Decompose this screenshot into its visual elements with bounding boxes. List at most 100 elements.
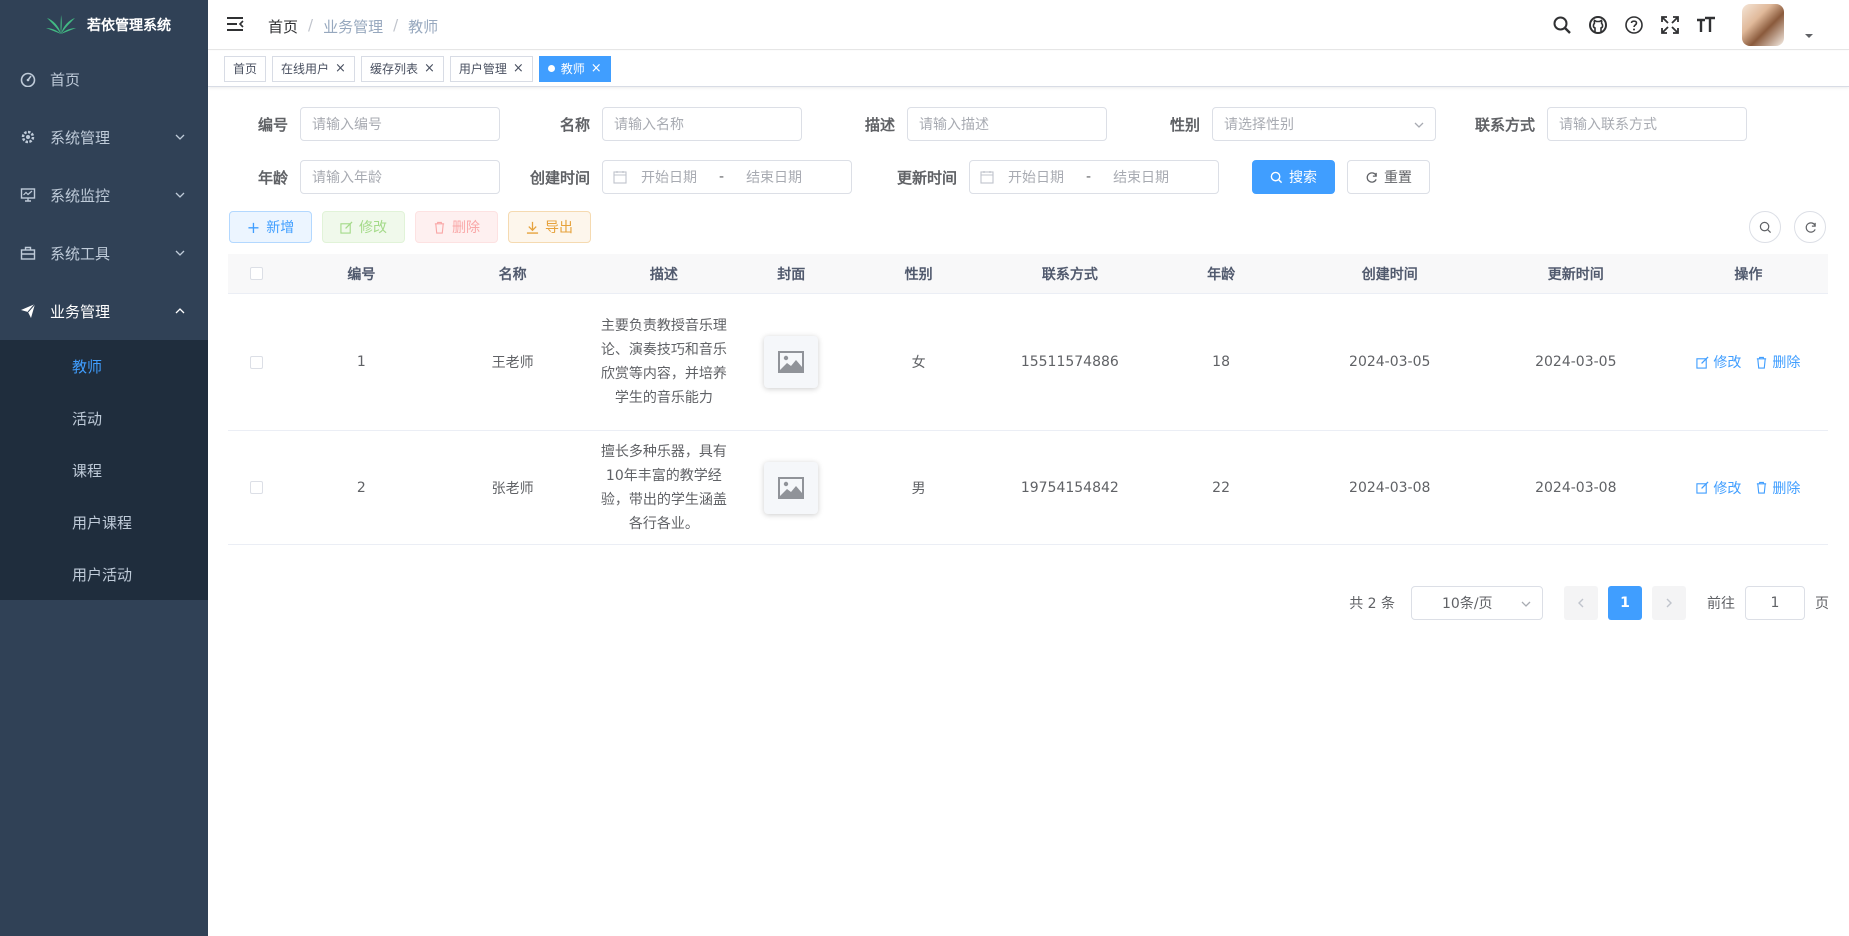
- app-logo[interactable]: 若依管理系统: [0, 0, 208, 50]
- edit-icon: [340, 220, 353, 234]
- sidebar-item-user-course[interactable]: 用户课程: [0, 496, 208, 548]
- font-size-icon[interactable]: [1696, 15, 1716, 35]
- edit-button[interactable]: 修改: [322, 211, 405, 243]
- prev-page-button[interactable]: [1564, 586, 1598, 620]
- export-button-label: 导出: [545, 220, 573, 236]
- toggle-search-button[interactable]: [1749, 211, 1781, 243]
- cell-desc-wrap: 擅长多种乐器，具有10年丰富的教学经验，带出的学生涵盖各行各业。: [588, 440, 739, 536]
- reset-button[interactable]: 重置: [1347, 160, 1430, 194]
- sidebar-item-user-activity[interactable]: 用户活动: [0, 548, 208, 600]
- sidebar-item-home[interactable]: 首页: [0, 50, 208, 108]
- row-delete-button[interactable]: 删除: [1755, 478, 1800, 498]
- contact-input[interactable]: 请输入联系方式: [1547, 107, 1747, 141]
- tag-cache-list[interactable]: 缓存列表 ×: [360, 55, 444, 82]
- column-header: 年龄: [1207, 266, 1236, 283]
- chevron-up-icon: [175, 308, 185, 314]
- desc-label: 描述: [864, 115, 895, 134]
- image-icon: [778, 476, 805, 499]
- search-button[interactable]: 搜索: [1252, 160, 1335, 194]
- help-icon[interactable]: [1624, 15, 1644, 35]
- sidebar-item-tools[interactable]: 系统工具: [0, 224, 208, 282]
- sidebar-item-system[interactable]: 系统管理: [0, 108, 208, 166]
- updated-label: 更新时间: [896, 168, 957, 187]
- cell-age: 22: [1212, 479, 1230, 496]
- search-icon: [1759, 221, 1771, 233]
- created-date-range[interactable]: 开始日期 - 结束日期: [602, 160, 852, 194]
- row-select: [228, 355, 286, 369]
- desc-input[interactable]: 请输入描述: [907, 107, 1107, 141]
- sidebar-item-label: 系统管理: [50, 128, 111, 147]
- tag-user-management[interactable]: 用户管理 ×: [449, 55, 533, 82]
- sidebar-item-monitor[interactable]: 系统监控: [0, 166, 208, 224]
- cell-desc: 主要负责教授音乐理论、演奏技巧和音乐欣赏等内容，并培养学生的音乐能力: [600, 318, 727, 406]
- calendar-icon: [980, 171, 994, 184]
- gender-select[interactable]: 请选择性别: [1212, 107, 1436, 141]
- row-edit-button[interactable]: 修改: [1696, 352, 1741, 372]
- header-select-all: [228, 267, 286, 280]
- close-icon[interactable]: ×: [591, 61, 602, 76]
- row-checkbox[interactable]: [250, 481, 264, 494]
- name-input[interactable]: 请输入名称: [602, 107, 802, 141]
- sidebar-item-teacher[interactable]: 教师: [0, 340, 208, 392]
- sidebar-item-activity[interactable]: 活动: [0, 392, 208, 444]
- column-header: 描述: [649, 266, 678, 283]
- cell-name: 王老师: [491, 355, 534, 371]
- updated-date-range[interactable]: 开始日期 - 结束日期: [969, 160, 1219, 194]
- gender-select-placeholder: 请选择性别: [1224, 117, 1294, 133]
- cover-image[interactable]: [764, 461, 819, 514]
- search-form-row-1: 编号 请输入编号 名称 请输入名称 描述 请输入描述 性别 请选择性别 联系方式…: [208, 107, 1747, 141]
- column-header: 联系方式: [1041, 266, 1098, 283]
- refresh-button[interactable]: [1794, 211, 1826, 243]
- sidebar-item-course[interactable]: 课程: [0, 444, 208, 496]
- search-icon[interactable]: [1552, 15, 1572, 35]
- end-date-input[interactable]: 结束日期: [746, 167, 802, 187]
- gender-label: 性别: [1169, 115, 1200, 134]
- delete-button-label: 删除: [452, 220, 480, 236]
- jump-page-input[interactable]: 1: [1745, 586, 1805, 620]
- tag-label: 首页: [233, 62, 258, 76]
- tag-teacher[interactable]: 教师 ×: [538, 55, 611, 82]
- cell-name: 张老师: [491, 480, 534, 497]
- close-icon[interactable]: ×: [335, 61, 346, 76]
- page-button-1[interactable]: 1: [1608, 586, 1642, 620]
- avatar[interactable]: [1742, 4, 1784, 46]
- github-icon[interactable]: [1588, 15, 1608, 35]
- fullscreen-icon[interactable]: [1660, 15, 1680, 35]
- close-icon[interactable]: ×: [513, 61, 524, 76]
- cover-image[interactable]: [764, 336, 819, 388]
- tag-online-users[interactable]: 在线用户 ×: [272, 55, 355, 82]
- tag-label: 教师: [560, 62, 585, 76]
- breadcrumb-home[interactable]: 首页: [268, 16, 298, 37]
- row-delete-button[interactable]: 删除: [1755, 352, 1800, 372]
- cell-desc-wrap: 主要负责教授音乐理论、演奏技巧和音乐欣赏等内容，并培养学生的音乐能力: [588, 314, 739, 410]
- chevron-down-icon: [175, 250, 185, 256]
- sidebar-item-business[interactable]: 业务管理: [0, 282, 208, 340]
- tags-view: 首页 在线用户 × 缓存列表 × 用户管理 × 教师 ×: [208, 51, 1849, 87]
- tag-label: 缓存列表: [369, 62, 418, 76]
- row-edit-button[interactable]: 修改: [1696, 478, 1741, 498]
- id-input[interactable]: 请输入编号: [300, 107, 500, 141]
- image-icon: [778, 351, 805, 373]
- page-size-select[interactable]: 10条/页: [1411, 586, 1543, 620]
- cell-id: 2: [356, 479, 366, 496]
- tag-home[interactable]: 首页: [224, 55, 267, 82]
- row-checkbox[interactable]: [250, 355, 264, 369]
- add-button[interactable]: + 新增: [229, 211, 312, 243]
- start-date-input[interactable]: 开始日期: [1008, 167, 1064, 187]
- delete-button[interactable]: 删除: [415, 211, 498, 243]
- next-page-button[interactable]: [1652, 586, 1686, 620]
- export-button[interactable]: 导出: [508, 211, 591, 243]
- hamburger-icon[interactable]: [225, 14, 245, 34]
- end-date-input[interactable]: 结束日期: [1113, 167, 1169, 187]
- select-all-checkbox[interactable]: [250, 267, 264, 280]
- chevron-down-icon: [1521, 601, 1531, 607]
- close-icon[interactable]: ×: [424, 61, 435, 76]
- edit-button-label: 修改: [359, 220, 387, 236]
- start-date-input[interactable]: 开始日期: [641, 167, 697, 187]
- cell-actions: 修改 删除: [1669, 352, 1828, 372]
- caret-down-icon[interactable]: [1804, 31, 1814, 41]
- sidebar-item-label: 系统工具: [50, 244, 111, 263]
- calendar-icon: [613, 171, 627, 184]
- toolbar: + 新增 修改 删除 导出: [229, 211, 591, 243]
- age-input[interactable]: 请输入年龄: [300, 160, 500, 194]
